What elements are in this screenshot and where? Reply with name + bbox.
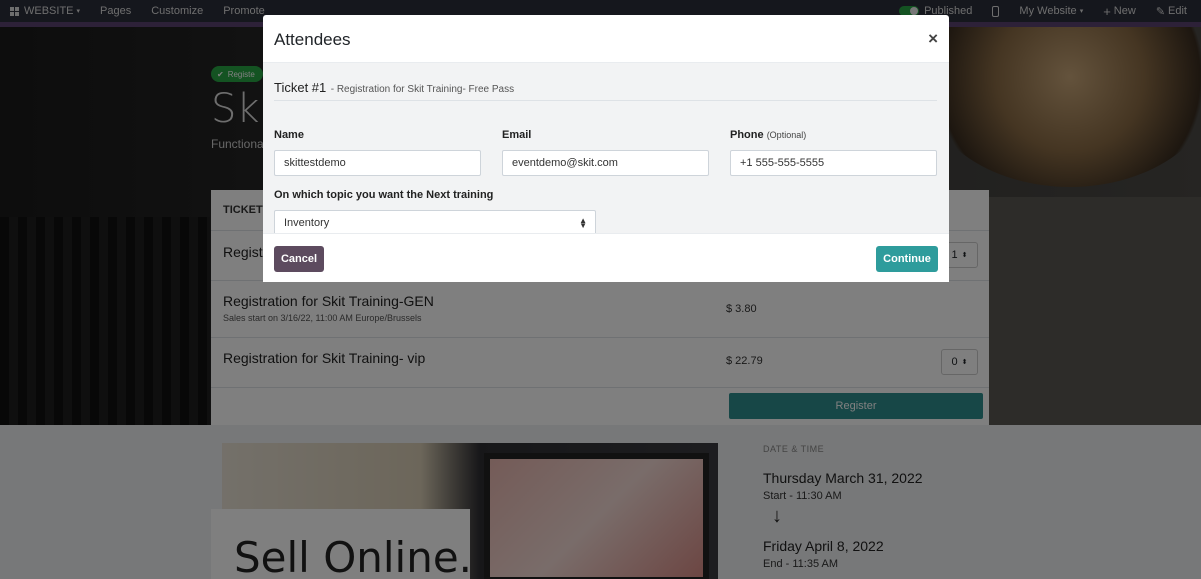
phone-label-text: Phone (730, 129, 764, 141)
ticket-description: - Registration for Skit Training- Free P… (330, 84, 515, 95)
cancel-button[interactable]: Cancel (274, 246, 324, 272)
topic-select-value: Inventory (284, 217, 330, 229)
phone-optional-label: (Optional) (766, 130, 807, 140)
continue-button[interactable]: Continue (876, 246, 938, 272)
modal-header: Attendees × (263, 15, 949, 63)
name-label: Name (274, 129, 304, 141)
modal-title: Attendees (274, 30, 351, 49)
topic-question-label: On which topic you want the Next trainin… (274, 189, 494, 201)
ticket-heading: Ticket #1 - Registration for Skit Traini… (274, 79, 937, 101)
close-icon[interactable]: × (928, 29, 938, 49)
phone-label: Phone (Optional) (730, 129, 806, 141)
select-caret-icon: ▲ ▼ (579, 216, 587, 230)
attendees-modal: Attendees × Ticket #1 - Registration for… (263, 15, 949, 282)
modal-body: Ticket #1 - Registration for Skit Traini… (263, 63, 949, 236)
name-field[interactable]: skittestdemo (274, 150, 481, 176)
email-label: Email (502, 129, 532, 141)
email-field[interactable]: eventdemo@skit.com (502, 150, 709, 176)
phone-field[interactable]: +1 555-555-5555 (730, 150, 937, 176)
modal-footer: Cancel Continue (263, 233, 949, 282)
ticket-number: Ticket #1 (274, 80, 327, 95)
